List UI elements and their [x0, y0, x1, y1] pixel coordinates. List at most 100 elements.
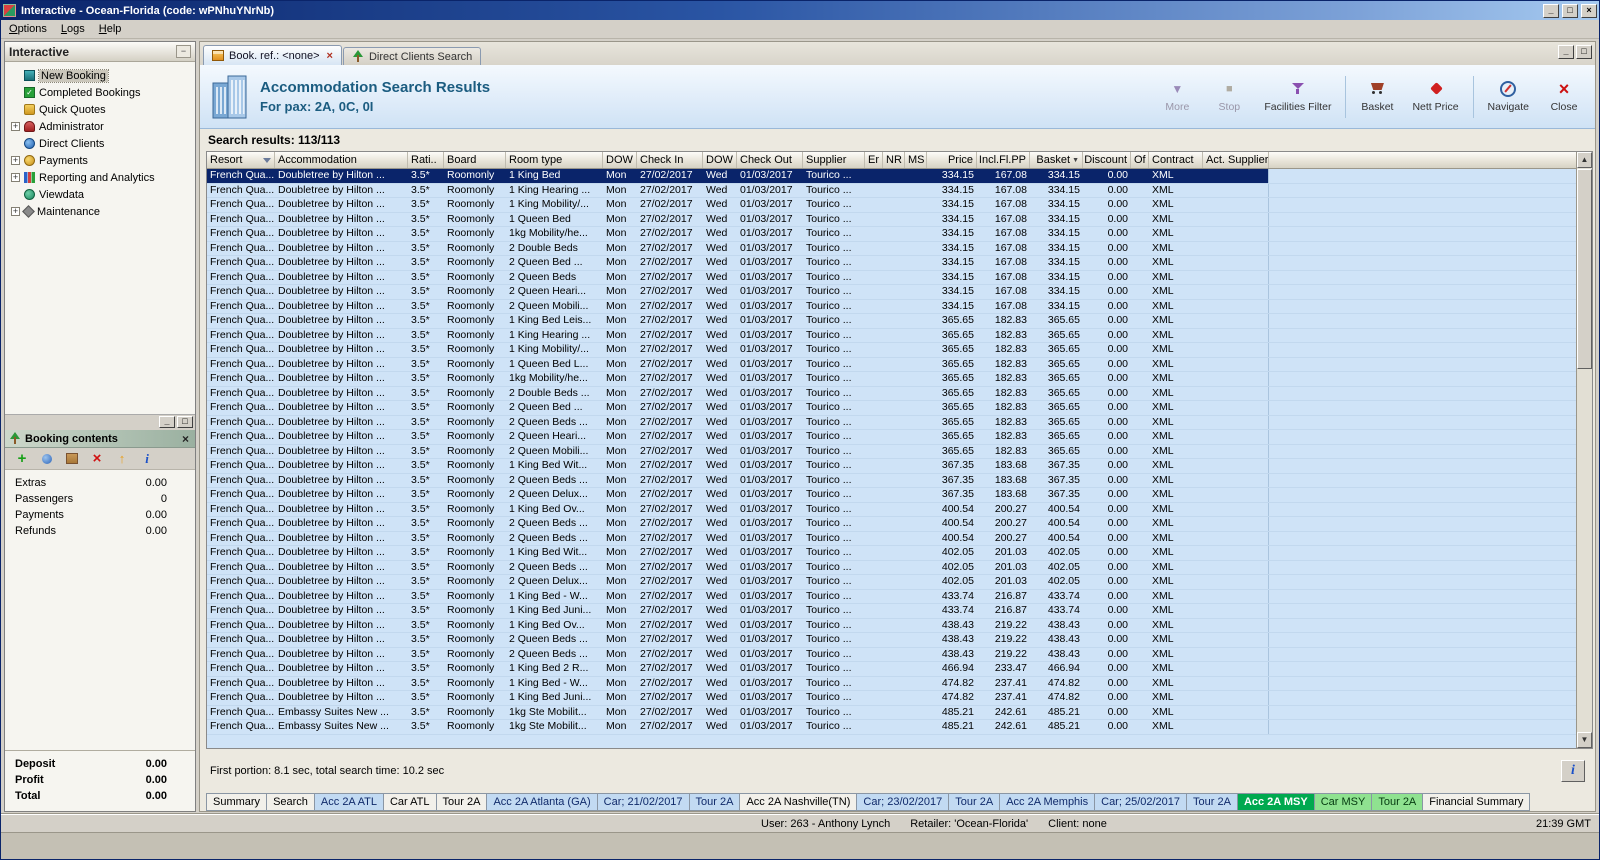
table-row[interactable]: French Qua... Embassy Suites New ... 3.5* R…	[207, 705, 1576, 720]
basket-button[interactable]: Basket	[1356, 72, 1398, 122]
column-header-resort[interactable]: Resort	[207, 152, 275, 168]
menu-item-options[interactable]: Options	[2, 21, 54, 37]
column-header-dow[interactable]: DOW	[703, 152, 737, 168]
filter-funnel-icon[interactable]	[263, 157, 271, 163]
table-row[interactable]: French Qua... Doubletree by Hilton ... 3.5…	[207, 444, 1576, 459]
main-restore-button[interactable]: □	[1576, 45, 1592, 59]
scroll-down-icon[interactable]: ▼	[1577, 732, 1592, 748]
nett-price-button[interactable]: Nett Price	[1408, 72, 1462, 122]
sidebar-item-completed-bookings[interactable]: Completed Bookings	[5, 84, 195, 101]
column-header-supplier[interactable]: Supplier	[803, 152, 865, 168]
bottom-tab-acc-2a-atl[interactable]: Acc 2A ATL	[313, 793, 383, 811]
table-row[interactable]: French Qua... Doubletree by Hilton ... 3.5…	[207, 647, 1576, 662]
table-row[interactable]: French Qua... Doubletree by Hilton ... 3.5…	[207, 372, 1576, 387]
bottom-tab-tour-2a[interactable]: Tour 2A	[948, 793, 1000, 811]
column-header-board[interactable]: Board	[444, 152, 506, 168]
column-header-check-out[interactable]: Check Out	[737, 152, 803, 168]
expand-icon[interactable]: +	[11, 207, 20, 216]
navigate-button[interactable]: Navigate	[1484, 72, 1533, 122]
column-header-room-type[interactable]: Room type	[506, 152, 603, 168]
table-row[interactable]: French Qua... Doubletree by Hilton ... 3.5…	[207, 415, 1576, 430]
menu-item-help[interactable]: Help	[92, 21, 129, 37]
bottom-tab-tour-2a[interactable]: Tour 2A	[1186, 793, 1237, 811]
table-row[interactable]: French Qua... Doubletree by Hilton ... 3.5…	[207, 169, 1576, 184]
table-row[interactable]: French Qua... Doubletree by Hilton ... 3.5…	[207, 575, 1576, 590]
bottom-tab-car-21-02-2017[interactable]: Car; 21/02/2017	[596, 793, 689, 811]
table-row[interactable]: French Qua... Doubletree by Hilton ... 3.5…	[207, 256, 1576, 271]
table-row[interactable]: French Qua... Embassy Suites New ... 3.5* R…	[207, 720, 1576, 735]
column-header-discount[interactable]: Discount	[1083, 152, 1131, 168]
minimize-button[interactable]: _	[1543, 3, 1559, 18]
column-header-accommodation[interactable]: Accommodation	[275, 152, 408, 168]
maximize-button[interactable]: □	[1562, 3, 1578, 18]
table-row[interactable]: French Qua... Doubletree by Hilton ... 3.5…	[207, 502, 1576, 517]
table-row[interactable]: French Qua... Doubletree by Hilton ... 3.5…	[207, 589, 1576, 604]
main-minimize-button[interactable]: _	[1558, 45, 1574, 59]
column-header-check-in[interactable]: Check In	[637, 152, 703, 168]
view-icon[interactable]	[39, 451, 55, 467]
tab-book-ref-none[interactable]: Book. ref.: <none> ×	[203, 45, 342, 65]
bottom-tab-acc-2a-memphis[interactable]: Acc 2A Memphis	[999, 793, 1095, 811]
table-row[interactable]: French Qua... Doubletree by Hilton ... 3.5…	[207, 212, 1576, 227]
bottom-tab-car-atl[interactable]: Car ATL	[382, 793, 436, 811]
facilities-filter-button[interactable]: Facilities Filter	[1260, 72, 1335, 122]
sidebar-item-quick-quotes[interactable]: Quick Quotes	[5, 101, 195, 118]
column-header-price[interactable]: Price	[927, 152, 977, 168]
table-row[interactable]: French Qua... Doubletree by Hilton ... 3.5…	[207, 633, 1576, 648]
bottom-tab-tour-2a[interactable]: Tour 2A	[435, 793, 487, 811]
table-row[interactable]: French Qua... Doubletree by Hilton ... 3.5…	[207, 560, 1576, 575]
column-header-act-supplier[interactable]: Act. Supplier	[1203, 152, 1269, 168]
table-row[interactable]: French Qua... Doubletree by Hilton ... 3.5…	[207, 604, 1576, 619]
info-icon[interactable]	[139, 451, 155, 467]
bottom-tab-financial-summary[interactable]: Financial Summary	[1422, 793, 1531, 811]
booking-contents-close-icon[interactable]: ×	[180, 432, 191, 446]
info-button[interactable]: i	[1561, 760, 1585, 782]
sidebar-item-new-booking[interactable]: New Booking	[5, 67, 195, 84]
table-row[interactable]: French Qua... Doubletree by Hilton ... 3.5…	[207, 343, 1576, 358]
table-row[interactable]: French Qua... Doubletree by Hilton ... 3.5…	[207, 299, 1576, 314]
column-header-basket[interactable]: Basket ▼	[1030, 152, 1083, 168]
table-row[interactable]: French Qua... Doubletree by Hilton ... 3.5…	[207, 618, 1576, 633]
bottom-tab-acc-2a-nashville-tn[interactable]: Acc 2A Nashville(TN)	[739, 793, 857, 811]
table-row[interactable]: French Qua... Doubletree by Hilton ... 3.5…	[207, 386, 1576, 401]
scrollbar-thumb[interactable]	[1577, 169, 1592, 369]
bottom-tab-acc-2a-msy[interactable]: Acc 2A MSY	[1236, 793, 1314, 811]
table-row[interactable]: French Qua... Doubletree by Hilton ... 3.5…	[207, 546, 1576, 561]
expand-icon[interactable]: +	[11, 173, 20, 182]
table-row[interactable]: French Qua... Doubletree by Hilton ... 3.5…	[207, 473, 1576, 488]
bottom-tab-tour-2a[interactable]: Tour 2A	[688, 793, 740, 811]
add-icon[interactable]	[14, 451, 30, 467]
close-button[interactable]: Close	[1543, 72, 1585, 122]
table-row[interactable]: French Qua... Doubletree by Hilton ... 3.5…	[207, 314, 1576, 329]
bottom-tab-search[interactable]: Search	[266, 793, 314, 811]
sidebar-item-reporting-and-analytics[interactable]: + Reporting and Analytics	[5, 169, 195, 186]
table-row[interactable]: French Qua... Doubletree by Hilton ... 3.5…	[207, 459, 1576, 474]
column-header-dow[interactable]: DOW	[603, 152, 637, 168]
close-window-button[interactable]: ×	[1581, 3, 1597, 18]
tab-close-icon[interactable]: ×	[327, 50, 333, 62]
table-row[interactable]: French Qua... Doubletree by Hilton ... 3.5…	[207, 241, 1576, 256]
sidebar-item-viewdata[interactable]: Viewdata	[5, 186, 195, 203]
table-row[interactable]: French Qua... Doubletree by Hilton ... 3.5…	[207, 270, 1576, 285]
table-row[interactable]: French Qua... Doubletree by Hilton ... 3.5…	[207, 198, 1576, 213]
bottom-tab-acc-2a-atlanta-ga[interactable]: Acc 2A Atlanta (GA)	[486, 793, 597, 811]
panel-restore-button[interactable]: □	[177, 416, 193, 428]
sidebar-item-direct-clients[interactable]: Direct Clients	[5, 135, 195, 152]
panel-minimize-button[interactable]: _	[159, 416, 175, 428]
bottom-tab-car-msy[interactable]: Car MSY	[1313, 793, 1372, 811]
bottom-tab-car-25-02-2017[interactable]: Car; 25/02/2017	[1094, 793, 1187, 811]
bottom-tab-car-23-02-2017[interactable]: Car; 23/02/2017	[856, 793, 949, 811]
column-header-rati[interactable]: Rati..	[408, 152, 444, 168]
table-row[interactable]: French Qua... Doubletree by Hilton ... 3.5…	[207, 285, 1576, 300]
table-row[interactable]: French Qua... Doubletree by Hilton ... 3.5…	[207, 691, 1576, 706]
table-row[interactable]: French Qua... Doubletree by Hilton ... 3.5…	[207, 531, 1576, 546]
scrollbar-track[interactable]	[1577, 168, 1592, 732]
sidebar-item-administrator[interactable]: + Administrator	[5, 118, 195, 135]
table-row[interactable]: French Qua... Doubletree by Hilton ... 3.5…	[207, 401, 1576, 416]
column-header-ms[interactable]: MS	[905, 152, 927, 168]
collapse-panel-icon[interactable]: −	[176, 45, 191, 58]
sidebar-item-payments[interactable]: + Payments	[5, 152, 195, 169]
column-header-of[interactable]: Of	[1131, 152, 1149, 168]
menu-item-logs[interactable]: Logs	[54, 21, 92, 37]
table-row[interactable]: French Qua... Doubletree by Hilton ... 3.5…	[207, 676, 1576, 691]
